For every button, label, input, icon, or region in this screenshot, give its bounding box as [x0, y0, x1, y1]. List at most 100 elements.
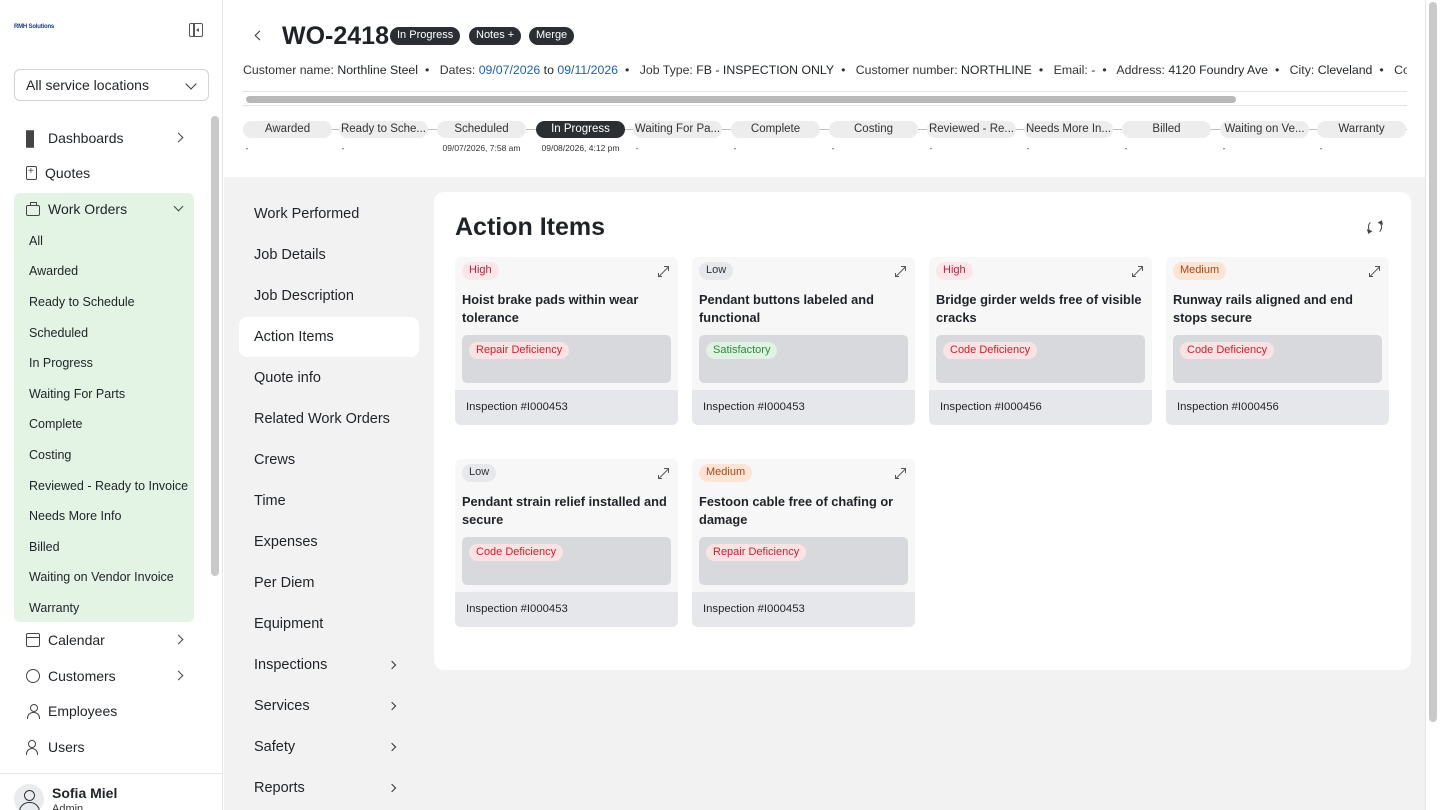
expand-icon[interactable] [895, 468, 906, 479]
wo-filter-waiting-vendor-invoice[interactable]: Waiting on Vendor Invoice [29, 570, 174, 584]
subnav-item-inspections[interactable]: Inspections [239, 645, 419, 685]
stage-1[interactable]: Ready to Sche... [339, 121, 428, 138]
stage-11[interactable]: Warranty [1317, 121, 1406, 138]
service-location-select[interactable]: All service locations [14, 69, 209, 101]
nav-employees[interactable]: Employees [14, 695, 194, 727]
chevron-right-icon [387, 783, 397, 793]
avatar [14, 784, 44, 810]
subnav-item-crews[interactable]: Crews [239, 440, 419, 480]
wo-filter-in-progress[interactable]: In Progress [29, 356, 93, 370]
subnav-item-quote-info[interactable]: Quote info [239, 358, 419, 398]
wo-filter-waiting-for-parts[interactable]: Waiting For Parts [29, 387, 125, 401]
page-scrollbar[interactable] [1425, 0, 1440, 810]
stage-6[interactable]: Costing [829, 121, 918, 138]
wo-filter-needs-more-info[interactable]: Needs More Info [29, 509, 121, 523]
wo-filter-scheduled[interactable]: Scheduled [29, 326, 88, 340]
wo-filter-ready-to-schedule[interactable]: Ready to Schedule [29, 295, 135, 309]
company-logo[interactable]: RMH Solutions [14, 24, 54, 30]
refresh-icon[interactable] [1368, 220, 1382, 234]
stage-0[interactable]: Awarded [243, 121, 332, 138]
inspection-reference[interactable]: Inspection #I000456 [1166, 390, 1389, 425]
separator-dot: • [1274, 63, 1280, 77]
nav-customers[interactable]: Customers [14, 660, 194, 692]
expand-icon[interactable] [658, 266, 669, 277]
wo-filter-billed[interactable]: Billed [29, 540, 60, 554]
start-date-link[interactable]: 09/07/2026 [479, 63, 541, 77]
wo-filter-reviewed[interactable]: Reviewed - Ready to Invoice [29, 479, 188, 493]
stage-5[interactable]: Complete [731, 121, 820, 138]
notes-button[interactable]: Notes + [469, 27, 522, 45]
merge-button[interactable]: Merge [529, 27, 575, 45]
expand-icon[interactable] [1369, 266, 1380, 277]
nav-dashboards[interactable]: Dashboards [14, 122, 194, 154]
inspection-reference[interactable]: Inspection #I000453 [692, 390, 915, 425]
stage-date: - [1026, 143, 1030, 153]
subnav-item-expenses[interactable]: Expenses [239, 522, 419, 562]
inspection-reference[interactable]: Inspection #I000453 [455, 592, 678, 627]
user-profile[interactable]: Sofia Miel Admin [0, 773, 223, 810]
stage-9[interactable]: Billed [1122, 121, 1211, 138]
chevron-right-icon [173, 634, 184, 645]
chat-icon [26, 669, 40, 683]
expand-icon[interactable] [1132, 266, 1143, 277]
stage-4[interactable]: Waiting For Pa... [633, 121, 722, 138]
action-item-card[interactable]: Medium Festoon cable free of chafing or d… [692, 459, 915, 627]
nav-work-orders[interactable]: Work Orders [14, 193, 194, 225]
action-item-card[interactable]: High Hoist brake pads within wear toleran… [455, 257, 678, 425]
wo-filter-awarded[interactable]: Awarded [29, 264, 78, 278]
subnav-item-time[interactable]: Time [239, 481, 419, 521]
subnav-item-safety[interactable]: Safety [239, 727, 419, 767]
priority-badge: Medium [699, 464, 753, 482]
nav-users[interactable]: Users [14, 731, 194, 763]
subnav-label: Reports [254, 780, 305, 796]
nav-label: Calendar [48, 632, 105, 648]
subnav-item-equipment[interactable]: Equipment [239, 604, 419, 644]
wo-filter-all[interactable]: All [29, 234, 43, 248]
inspection-reference[interactable]: Inspection #I000453 [692, 592, 915, 627]
action-item-card[interactable]: Low Pendant strain relief installed and s… [455, 459, 678, 627]
wo-filter-warranty[interactable]: Warranty [29, 601, 79, 615]
stage-3[interactable]: In Progress [536, 121, 625, 138]
chevron-right-icon [387, 742, 397, 752]
stage-7[interactable]: Reviewed - Re... [927, 121, 1016, 138]
info-scrollbar-thumb[interactable] [246, 96, 1236, 103]
action-items-panel: Action Items High Hoist brake pads within… [434, 192, 1411, 670]
page-scrollbar-thumb[interactable] [1429, 2, 1437, 722]
nav-calendar[interactable]: Calendar [14, 624, 194, 656]
work-orders-group [14, 193, 194, 622]
subnav-item-job-details[interactable]: Job Details [239, 235, 419, 275]
subnav-item-reports[interactable]: Reports [239, 768, 419, 808]
subnav-item-related-work-orders[interactable]: Related Work Orders [239, 399, 419, 439]
collapse-sidebar-icon[interactable] [189, 23, 203, 37]
end-date-link[interactable]: 09/11/2026 [557, 63, 618, 77]
nav-quotes[interactable]: Quotes [14, 157, 194, 189]
subnav-item-work-performed[interactable]: Work Performed [239, 194, 419, 234]
subnav-item-action-items[interactable]: Action Items [239, 317, 419, 357]
nav-label: Dashboards [48, 130, 124, 146]
inspection-reference[interactable]: Inspection #I000456 [929, 390, 1152, 425]
stage-10[interactable]: Waiting on Ve... [1220, 121, 1309, 138]
info-scrollbar[interactable] [242, 91, 1407, 106]
subnav-item-services[interactable]: Services [239, 686, 419, 726]
subnav-label: Crews [254, 452, 296, 468]
subnav-item-per-diem[interactable]: Per Diem [239, 563, 419, 603]
expand-icon[interactable] [658, 468, 669, 479]
subnav-label: Expenses [254, 534, 318, 550]
users-icon [26, 740, 40, 755]
action-item-card[interactable]: Medium Runway rails aligned and end stops… [1166, 257, 1389, 425]
sidebar-scrollbar[interactable] [211, 116, 219, 576]
stage-8[interactable]: Needs More In... [1024, 121, 1113, 138]
subnav-item-job-description[interactable]: Job Description [239, 276, 419, 316]
action-item-card[interactable]: High Bridge girder welds free of visible … [929, 257, 1152, 425]
stage-2[interactable]: Scheduled [437, 121, 526, 138]
separator-dot: • [841, 63, 846, 77]
expand-icon[interactable] [895, 266, 906, 277]
wo-filter-complete[interactable]: Complete [29, 417, 83, 431]
main-content: WO-2418 In Progress Notes + Merge Custom… [224, 0, 1425, 810]
wo-filter-costing[interactable]: Costing [29, 448, 71, 462]
chevron-right-icon [387, 701, 397, 711]
chevron-right-icon [173, 132, 184, 143]
back-arrow-icon[interactable] [254, 30, 265, 41]
inspection-reference[interactable]: Inspection #I000453 [455, 390, 678, 425]
action-item-card[interactable]: Low Pendant buttons labeled and functiona… [692, 257, 915, 425]
